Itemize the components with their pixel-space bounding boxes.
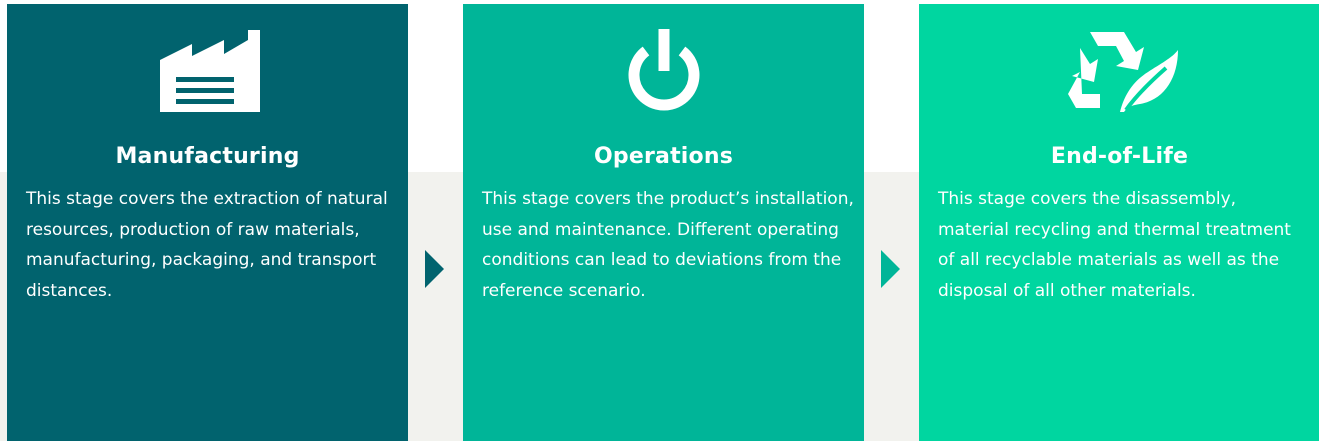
stage-description: This stage covers the extraction of natu… bbox=[26, 189, 388, 301]
stage-title: End-of-Life bbox=[1050, 144, 1189, 169]
stage-title: Manufacturing bbox=[115, 144, 300, 169]
arrow-right-icon bbox=[425, 250, 444, 288]
recycle-leaf-icon bbox=[919, 24, 1319, 118]
stage-description: This stage covers the product’s installa… bbox=[482, 189, 854, 301]
stage-card-manufacturing: Manufacturing This stage covers the extr… bbox=[7, 4, 408, 441]
stage-description: This stage covers the disassembly, mater… bbox=[938, 189, 1291, 301]
stage-card-operations: Operations This stage covers the product… bbox=[463, 4, 864, 441]
arrow-right-icon bbox=[881, 250, 900, 288]
stage-card-end-of-life: End-of-Life This stage covers the disass… bbox=[919, 4, 1319, 441]
stage-title: Operations bbox=[594, 144, 733, 169]
power-icon bbox=[463, 24, 864, 118]
factory-icon bbox=[7, 24, 408, 118]
